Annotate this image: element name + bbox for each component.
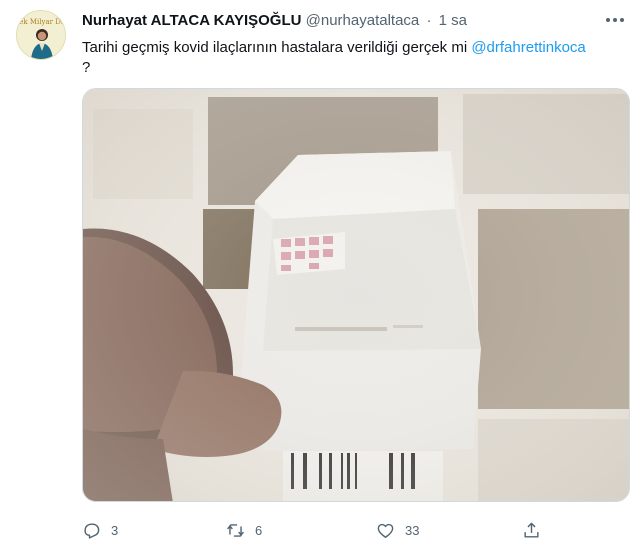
separator-dot: · — [426, 12, 432, 29]
share-button[interactable] — [522, 518, 541, 542]
reply-button[interactable]: 3 — [82, 518, 118, 542]
author-handle[interactable]: @nurhayataltaca — [306, 12, 420, 29]
tweet: Tek Milyar Dişi Nurhayat ALTACA KAYIŞOĞL… — [0, 0, 640, 554]
tweet-media[interactable] — [82, 88, 630, 502]
reply-count: 3 — [111, 522, 119, 538]
share-icon — [524, 522, 539, 538]
retweet-count: 6 — [255, 522, 263, 538]
author-name[interactable]: Nurhayat ALTACA KAYIŞOĞLU — [82, 12, 301, 29]
avatar[interactable]: Tek Milyar Dişi — [16, 10, 66, 60]
reply-icon — [84, 522, 100, 539]
like-count: 33 — [405, 522, 420, 538]
media-photo — [83, 89, 629, 501]
timestamp[interactable]: 1 sa — [439, 12, 467, 29]
more-options-icon[interactable] — [604, 10, 626, 30]
tweet-text-end: ? — [82, 59, 91, 76]
avatar-text: Tek Milyar Dişi — [17, 18, 66, 26]
like-button[interactable]: 33 — [376, 518, 419, 542]
tweet-text-body: Tarihi geçmiş kovid ilaçlarının hastalar… — [82, 39, 472, 56]
action-bar: 3 6 33 — [82, 518, 602, 542]
mention-link[interactable]: @drfahrettinkoca — [471, 39, 585, 56]
retweet-button[interactable]: 6 — [226, 518, 262, 542]
retweet-icon — [227, 523, 244, 537]
avatar-image: Tek Milyar Dişi — [17, 11, 66, 59]
tweet-text: Tarihi geçmiş kovid ilaçlarının hastalar… — [82, 38, 630, 78]
heart-icon — [377, 523, 394, 538]
tweet-header: Nurhayat ALTACA KAYIŞOĞLU @nurhayataltac… — [82, 12, 616, 32]
